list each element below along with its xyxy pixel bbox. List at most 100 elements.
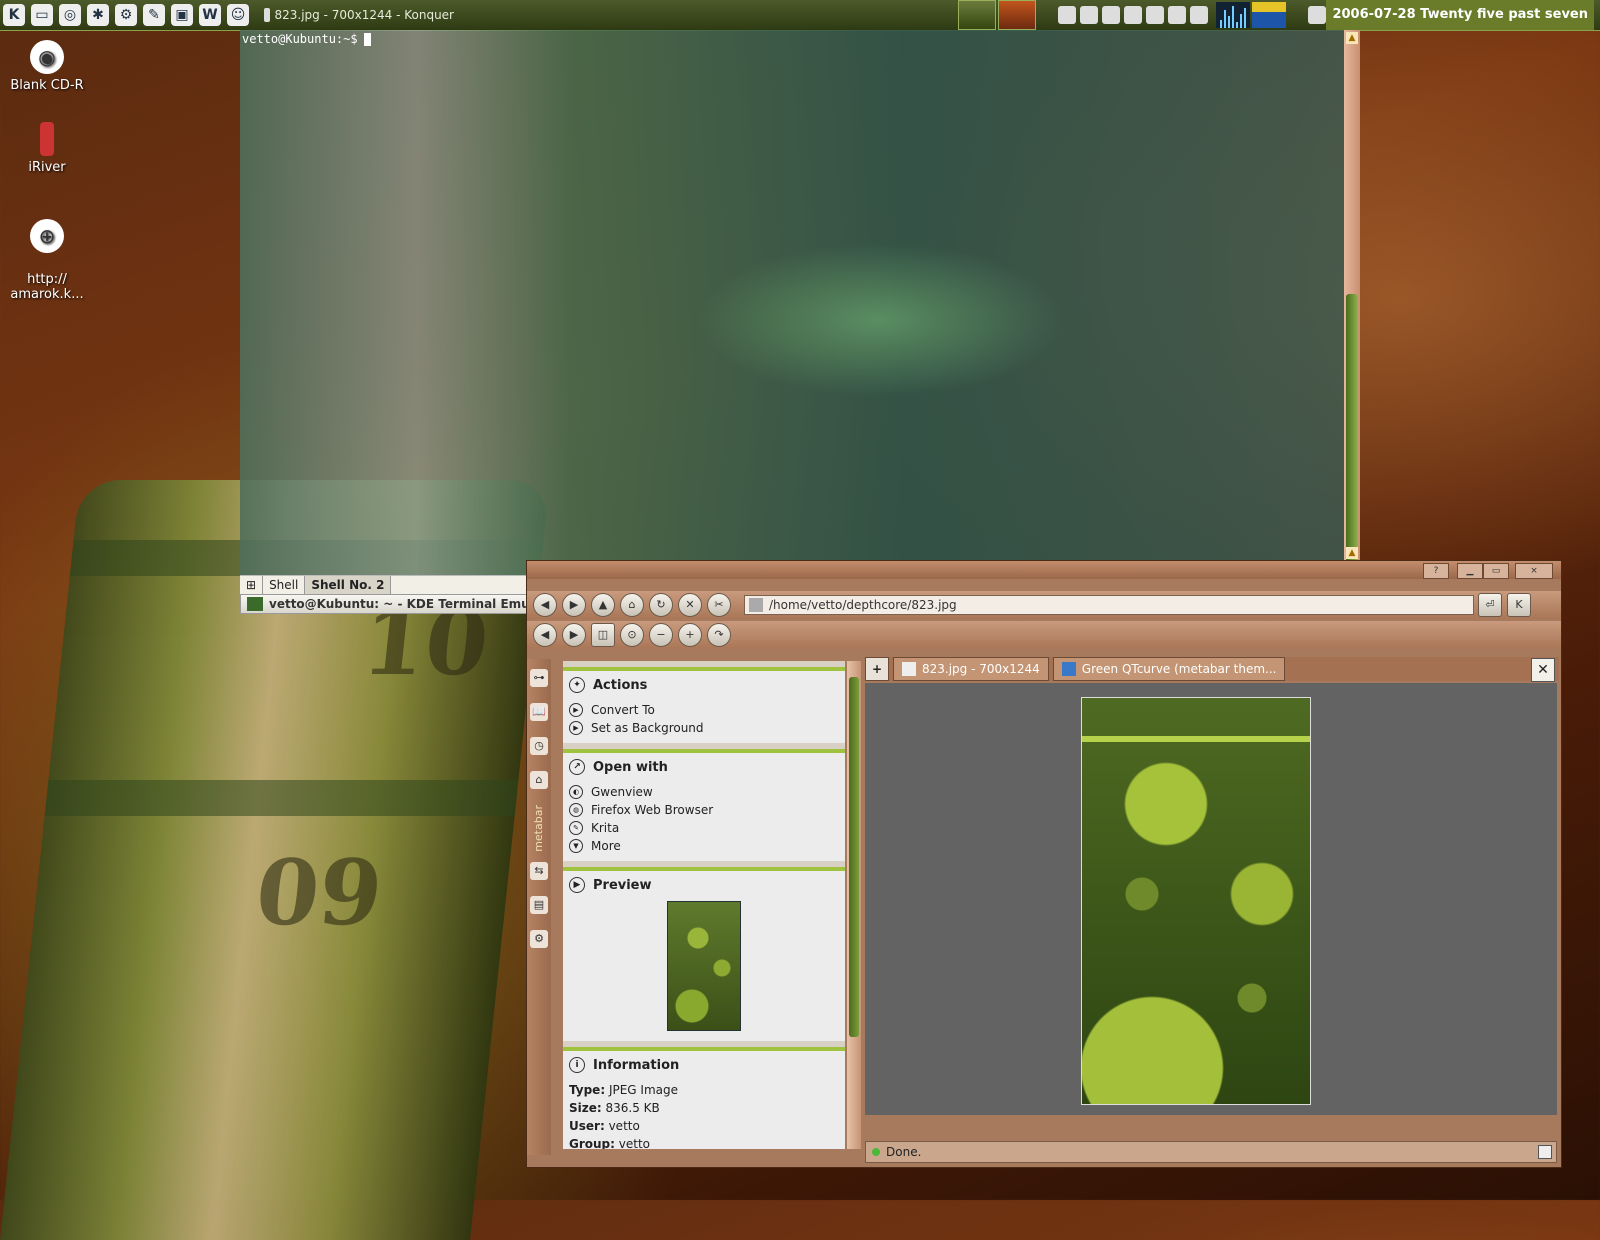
mixer-icon[interactable] xyxy=(1102,6,1120,24)
network-icon[interactable]: ✱ xyxy=(87,4,109,26)
info-row-size: Size: 836.5 KB xyxy=(569,1099,839,1117)
contact-icon[interactable] xyxy=(1080,6,1098,24)
open-with-more[interactable]: ▼ More xyxy=(569,837,839,855)
home-folder-icon[interactable]: ⌂ xyxy=(530,771,548,789)
previous-image-icon[interactable]: ◀ xyxy=(533,623,557,647)
info-key: Type: xyxy=(569,1083,606,1097)
amarok-icon[interactable]: W xyxy=(199,4,221,26)
network-folders-icon[interactable]: ⊶ xyxy=(530,669,548,687)
tab-green-qtcurve[interactable]: Green QTcurve (metabar them... xyxy=(1052,657,1286,681)
scroll-up-icon[interactable]: ▲ xyxy=(1346,547,1358,559)
new-tab-button[interactable]: + xyxy=(865,657,889,681)
info-value: JPEG Image xyxy=(608,1083,679,1097)
back-icon[interactable]: ◀ xyxy=(533,593,557,617)
view-link-checkbox[interactable] xyxy=(1538,1145,1552,1159)
home-icon[interactable]: ⌂ xyxy=(620,593,644,617)
tab-shell[interactable]: Shell xyxy=(263,576,306,594)
go-icon[interactable]: ⏎ xyxy=(1478,593,1502,617)
desktop-icon-blank-cdr[interactable]: ◉ Blank CD-R xyxy=(2,40,92,93)
open-with-firefox[interactable]: ◍ Firefox Web Browser xyxy=(569,801,839,819)
cpu-graph[interactable] xyxy=(1216,2,1250,28)
action-set-as-background[interactable]: ▶ Set as Background xyxy=(569,719,839,737)
next-image-icon[interactable]: ▶ xyxy=(562,623,586,647)
bookmarks-icon[interactable]: 📖 xyxy=(530,703,548,721)
action-convert-to[interactable]: ▶ Convert To xyxy=(569,701,839,719)
konqueror-window: ? ▁ ▭ × ◀ ▶ ▲ ⌂ ↻ ✕ ✂ /home/vetto/depthc… xyxy=(526,560,1562,1168)
close-tab-icon[interactable]: ✕ xyxy=(1531,658,1555,682)
clipboard-icon[interactable] xyxy=(1058,6,1076,24)
zoom-out-icon[interactable]: − xyxy=(649,623,673,647)
konqueror-titlebar[interactable]: ? ▁ ▭ × xyxy=(527,561,1561,579)
main-toolbar: ◀ ▶ ▲ ⌂ ↻ ✕ ✂ /home/vetto/depthcore/823.… xyxy=(527,591,1561,619)
minimize-icon[interactable]: ▁ xyxy=(1457,563,1483,579)
palette-icon[interactable] xyxy=(1146,6,1164,24)
image-viewer[interactable] xyxy=(865,683,1557,1115)
forward-icon[interactable]: ▶ xyxy=(562,593,586,617)
desktop-icon-iriver[interactable]: iRiver xyxy=(2,122,92,175)
metabar-panel: ✦ Actions ▶ Convert To ▶ Set as Background … xyxy=(563,661,845,1149)
zoom-in-icon[interactable]: + xyxy=(678,623,702,647)
reload-icon[interactable]: ↻ xyxy=(649,593,673,617)
monitor-icon[interactable]: ▣ xyxy=(171,4,193,26)
metabar-scrollbar[interactable] xyxy=(847,661,861,1149)
preview-thumbnail[interactable] xyxy=(667,901,741,1031)
scroll-up-icon[interactable]: ▲ xyxy=(1346,32,1358,44)
scrollbar-thumb[interactable] xyxy=(1346,294,1358,570)
settings-icon[interactable]: ⚙ xyxy=(530,929,548,948)
scrollbar-thumb[interactable] xyxy=(849,677,859,1037)
info-row-group: Group: vetto xyxy=(569,1135,839,1149)
lock-icon[interactable] xyxy=(1308,6,1326,24)
up-icon[interactable]: ▲ xyxy=(591,593,615,617)
app-label: Gwenview xyxy=(591,785,653,799)
maximize-icon[interactable]: ▭ xyxy=(1483,563,1509,579)
rotate-icon[interactable]: ↷ xyxy=(707,623,731,647)
action-label: Convert To xyxy=(591,703,655,717)
editor-icon[interactable]: ✎ xyxy=(143,4,165,26)
info-key: Size: xyxy=(569,1101,602,1115)
history-icon[interactable]: ◷ xyxy=(530,737,548,755)
update-alert-icon[interactable] xyxy=(1190,6,1208,24)
more-icon: ▼ xyxy=(569,839,583,853)
app-label: More xyxy=(591,839,621,853)
services-icon[interactable]: ⇆ xyxy=(530,861,548,880)
close-icon[interactable]: × xyxy=(1515,563,1553,579)
pager-desktop-1[interactable] xyxy=(958,0,996,30)
help-icon[interactable]: ? xyxy=(1423,563,1449,579)
desktop-icon[interactable]: ▭ xyxy=(31,4,53,26)
stop-icon[interactable]: ✕ xyxy=(678,593,702,617)
gwenview-icon: ◐ xyxy=(569,785,583,799)
terminal-screen[interactable]: vetto@Kubuntu:~$ xyxy=(240,30,1344,575)
zoom-original-icon[interactable]: ⊙ xyxy=(620,623,644,647)
displayed-image[interactable] xyxy=(1081,697,1311,1105)
pager-desktop-2[interactable] xyxy=(998,0,1036,30)
desktop-icon-label: iRiver xyxy=(28,160,66,175)
wand-icon: ✦ xyxy=(569,677,585,693)
open-with-gwenview[interactable]: ◐ Gwenview xyxy=(569,783,839,801)
kde-activity-icon[interactable]: K xyxy=(1507,593,1531,617)
location-bar[interactable]: /home/vetto/depthcore/823.jpg xyxy=(744,595,1474,615)
battery-meter[interactable] xyxy=(1252,2,1286,28)
terminal-scrollbar[interactable]: ▲ ▲ ▼ xyxy=(1344,30,1360,575)
desktop-icon-amarok-link[interactable]: ⊕ http:// amarok.k... xyxy=(2,204,92,317)
tab-823-jpg[interactable]: 823.jpg - 700x1244 xyxy=(893,657,1049,681)
settings-gear-icon[interactable]: ⚙ xyxy=(115,4,137,26)
metabar-tab[interactable]: metabar xyxy=(532,805,545,852)
user-icon[interactable]: ☺ xyxy=(227,4,249,26)
open-with-krita[interactable]: ✎ Krita xyxy=(569,819,839,837)
clock[interactable]: 2006-07-28 Twenty five past seven xyxy=(1326,0,1594,30)
media-icon[interactable]: ▤ xyxy=(530,895,548,914)
k-menu-icon[interactable]: K xyxy=(3,4,25,26)
browser-icon[interactable]: ◎ xyxy=(59,4,81,26)
taskbar-item-konqueror[interactable]: 823.jpg - 700x1244 - Konquer xyxy=(264,8,454,22)
new-tab-button[interactable]: ⊞ xyxy=(240,576,264,594)
info-value: 836.5 KB xyxy=(605,1101,660,1115)
tab-shell-no-2[interactable]: Shell No. 2 xyxy=(305,576,392,594)
camera-icon[interactable] xyxy=(1124,6,1142,24)
cut-icon[interactable]: ✂ xyxy=(707,593,731,617)
taskbar-item-label: 823.jpg - 700x1244 - Konquer xyxy=(274,8,454,22)
key-icon[interactable] xyxy=(1168,6,1186,24)
app-label: Firefox Web Browser xyxy=(591,803,714,817)
kde-look-icon xyxy=(1061,662,1076,676)
terminal-icon xyxy=(247,597,263,611)
fit-to-window-icon[interactable]: ◫ xyxy=(591,623,615,647)
